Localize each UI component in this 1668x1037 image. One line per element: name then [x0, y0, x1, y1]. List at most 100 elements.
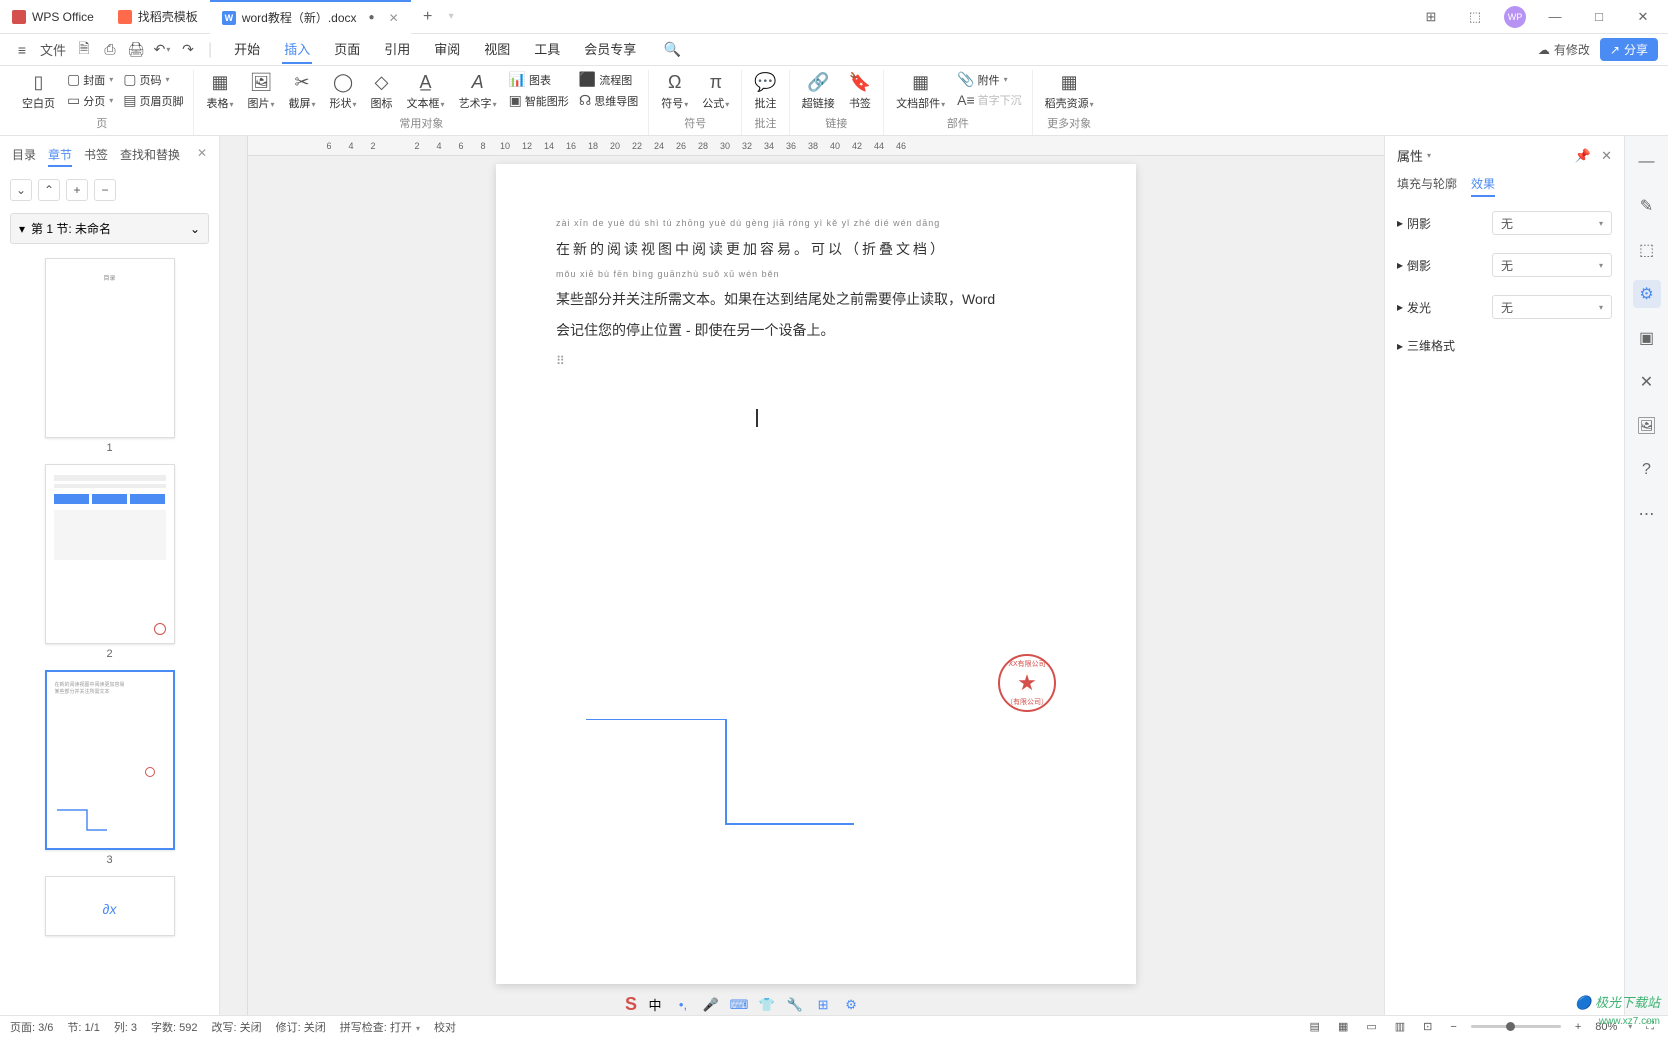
zoom-out-button[interactable]: − — [1446, 1021, 1460, 1033]
header-footer-button[interactable]: ▤页眉页脚 — [121, 91, 185, 110]
shadow-select[interactable]: 无▾ — [1492, 211, 1612, 235]
nav-tab-bookmarks[interactable]: 书签 — [84, 146, 108, 167]
icon-button[interactable]: ◇图标 — [367, 70, 397, 113]
ime-keyboard-icon[interactable]: ⌨ — [729, 995, 749, 1015]
template-tab[interactable]: 找稻壳模板 — [106, 0, 210, 34]
page-number-button[interactable]: ▢页码▾ — [121, 70, 185, 89]
thumbnail-page-1[interactable]: 目录 — [45, 258, 175, 438]
add-tab-button[interactable]: + — [411, 8, 445, 26]
wordart-button[interactable]: A艺术字▾ — [455, 70, 501, 113]
menu-page[interactable]: 页面 — [332, 35, 362, 64]
document-canvas[interactable]: 6422468101214161820222426283032343638404… — [248, 136, 1384, 1015]
equation-button[interactable]: π公式▾ — [698, 70, 733, 113]
file-label[interactable]: 文件 — [36, 38, 70, 62]
menu-reference[interactable]: 引用 — [382, 35, 412, 64]
status-page[interactable]: 页面: 3/6 — [10, 1019, 53, 1035]
ime-skin-icon[interactable]: 👕 — [757, 995, 777, 1015]
share-button[interactable]: ↗分享 — [1600, 38, 1658, 61]
menu-tools[interactable]: 工具 — [532, 35, 562, 64]
panel-close-icon[interactable]: ✕ — [1601, 148, 1612, 164]
hyperlink-button[interactable]: 🔗超链接 — [798, 70, 839, 113]
attachment-button[interactable]: 📎附件▾ — [955, 70, 1024, 89]
undo-icon[interactable]: ↶▾ — [150, 38, 174, 62]
layers-icon[interactable]: ▣ — [1633, 324, 1661, 352]
zoom-slider[interactable] — [1471, 1025, 1561, 1028]
menu-start[interactable]: 开始 — [232, 35, 262, 64]
document-page[interactable]: zài xīn de yuè dú shì tú zhōng yuè dú gè… — [496, 164, 1136, 984]
print-icon[interactable]: 🖨 — [124, 38, 148, 62]
thumbnail-page-2[interactable] — [45, 464, 175, 644]
status-column[interactable]: 列: 3 — [114, 1019, 137, 1035]
docparts-button[interactable]: ▦文档部件▾ — [892, 70, 949, 113]
thumbnail-page-3[interactable]: 在新的阅读视图中阅读更加容易某些部分并关注所需文本 — [45, 670, 175, 850]
status-overwrite[interactable]: 改写: 关闭 — [212, 1019, 262, 1035]
mindmap-button[interactable]: ☊思维导图 — [577, 91, 640, 110]
prop-shadow[interactable]: ▸ 阴影 — [1397, 215, 1431, 232]
sogou-icon[interactable]: S — [625, 994, 637, 1015]
view-web-icon[interactable]: ▭ — [1362, 1020, 1380, 1033]
textbox-button[interactable]: A̲文本框▾ — [403, 70, 449, 113]
print-preview-icon[interactable]: ⎙ — [98, 38, 122, 62]
nav-remove-button[interactable]: − — [94, 179, 116, 201]
glow-select[interactable]: 无▾ — [1492, 295, 1612, 319]
menu-insert[interactable]: 插入 — [282, 35, 312, 64]
search-icon[interactable]: 🔍 — [660, 38, 684, 62]
menu-view[interactable]: 视图 — [482, 35, 512, 64]
view-mode-icon[interactable]: ▤ — [1306, 1020, 1324, 1033]
nav-tab-sections[interactable]: 章节 — [48, 146, 72, 167]
user-avatar[interactable]: WP — [1504, 6, 1526, 28]
tab-fill-outline[interactable]: 填充与轮廓 — [1397, 175, 1457, 197]
nav-up-button[interactable]: ⌃ — [38, 179, 60, 201]
close-window-button[interactable]: ✕ — [1628, 2, 1658, 32]
ime-tool-icon[interactable]: 🔧 — [785, 995, 805, 1015]
help-icon[interactable]: ? — [1633, 456, 1661, 484]
ime-lang[interactable]: 中 — [645, 995, 665, 1015]
picture-button[interactable]: 🖼图片▾ — [244, 70, 279, 113]
view-print-icon[interactable]: ▦ — [1334, 1020, 1352, 1033]
prop-glow[interactable]: ▸ 发光 — [1397, 299, 1431, 316]
thumbnail-page-4[interactable]: ∂x — [45, 876, 175, 936]
collapse-icon[interactable]: — — [1633, 148, 1661, 176]
smartart-button[interactable]: ▣智能图形 — [507, 91, 571, 110]
section-selector[interactable]: ▾第 1 节: 未命名⌄ — [10, 213, 209, 244]
ime-toolbar[interactable]: S 中 •, 🎤 ⌨ 👕 🔧 ⊞ ⚙ — [625, 994, 861, 1015]
nav-tab-find[interactable]: 查找和替换 — [120, 146, 180, 167]
shapes-button[interactable]: ◯形状▾ — [326, 70, 361, 113]
nav-tab-toc[interactable]: 目录 — [12, 146, 36, 167]
tools-icon[interactable]: ✕ — [1633, 368, 1661, 396]
view-outline-icon[interactable]: ▥ — [1391, 1020, 1409, 1033]
close-tab-icon[interactable]: ✕ — [389, 11, 399, 25]
ime-gear-icon[interactable]: ⚙ — [841, 995, 861, 1015]
comment-button[interactable]: 💬批注 — [750, 70, 780, 113]
ime-voice-icon[interactable]: 🎤 — [701, 995, 721, 1015]
select-icon[interactable]: ⬚ — [1633, 236, 1661, 264]
pen-icon[interactable]: ✎ — [1633, 192, 1661, 220]
horizontal-ruler[interactable]: 6422468101214161820222426283032343638404… — [248, 136, 1384, 156]
bookmark-button[interactable]: 🔖书签 — [845, 70, 875, 113]
drag-handle-icon[interactable]: ⠿ — [556, 354, 565, 368]
properties-icon[interactable]: ⚙ — [1633, 280, 1661, 308]
layout-icon[interactable]: ⊞ — [1416, 2, 1446, 32]
status-words[interactable]: 字数: 592 — [151, 1019, 197, 1035]
more-icon[interactable]: ⋯ — [1633, 500, 1661, 528]
table-button[interactable]: ▦表格▾ — [202, 70, 237, 113]
cover-button[interactable]: ▢封面▾ — [65, 70, 115, 89]
modified-indicator[interactable]: ☁有修改 — [1538, 41, 1590, 58]
status-spellcheck[interactable]: 拼写检查: 打开 ▾ — [340, 1019, 420, 1035]
zoom-in-button[interactable]: + — [1571, 1021, 1585, 1033]
status-section[interactable]: 节: 1/1 — [67, 1019, 99, 1035]
maximize-button[interactable]: □ — [1584, 2, 1614, 32]
nav-down-button[interactable]: ⌄ — [10, 179, 32, 201]
screenshot-button[interactable]: ✂截屏▾ — [285, 70, 320, 113]
redo-icon[interactable]: ↷ — [176, 38, 200, 62]
resources-button[interactable]: ▦稻壳资源▾ — [1041, 70, 1098, 113]
symbol-button[interactable]: Ω符号▾ — [657, 70, 692, 113]
bevel-select[interactable]: 无▾ — [1492, 253, 1612, 277]
ime-punct-icon[interactable]: •, — [673, 995, 693, 1015]
status-proof[interactable]: 校对 — [434, 1019, 456, 1035]
nav-close-icon[interactable]: ✕ — [197, 146, 207, 167]
pin-icon[interactable]: 📌 — [1575, 148, 1591, 164]
image-icon[interactable]: 🖼 — [1633, 412, 1661, 440]
dropcap-button[interactable]: A≡首字下沉 — [955, 91, 1024, 109]
chart-button[interactable]: 📊图表 — [507, 70, 571, 89]
